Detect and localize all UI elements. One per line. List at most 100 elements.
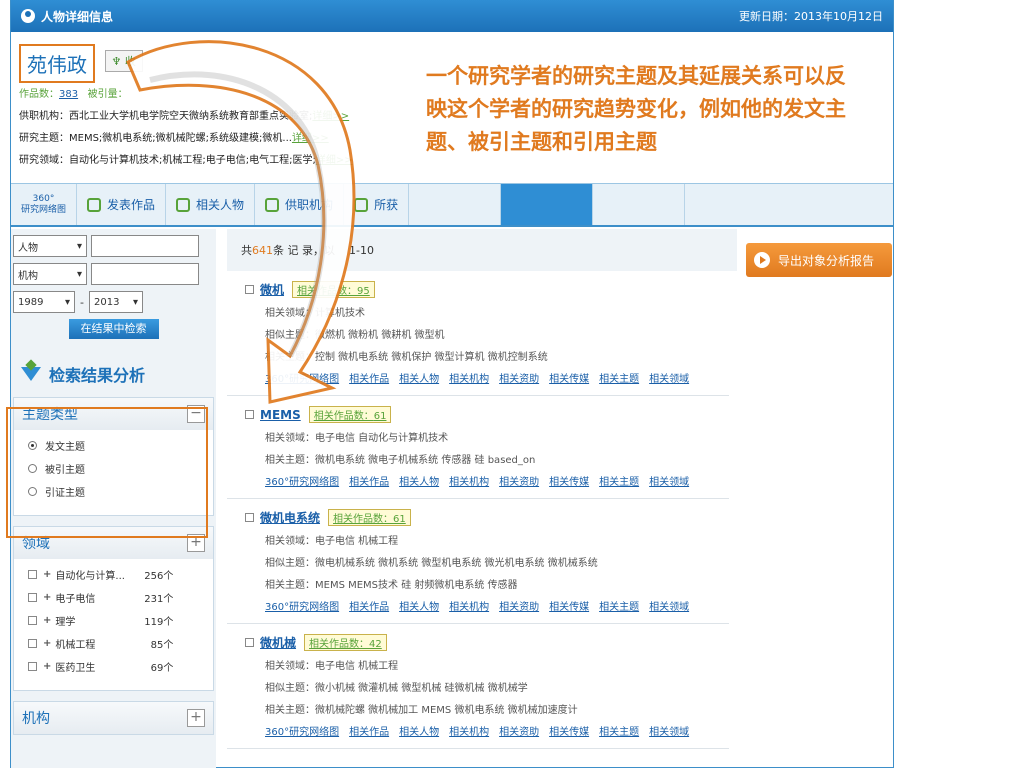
result-related-link[interactable]: 相关机构 xyxy=(449,473,489,488)
affiliation-detail-link[interactable]: 详细>> xyxy=(312,111,349,122)
result-related-link[interactable]: 相关人物 xyxy=(399,473,439,488)
plus-icon[interactable]: + xyxy=(43,638,51,649)
result-related-link[interactable]: 相关传媒 xyxy=(549,723,589,738)
result-meta-line: 相关主题：微机械陀螺 微机械加工 MEMS 微机电系统 微机械加速度计 xyxy=(265,705,578,716)
works-count-link[interactable]: 383 xyxy=(59,89,78,100)
result-related-link[interactable]: 相关主题 xyxy=(599,723,639,738)
field-item[interactable]: + 医药卫生 69个 xyxy=(28,659,199,674)
result-related-link[interactable]: 相关作品 xyxy=(349,370,389,385)
expand-icon[interactable]: + xyxy=(187,709,205,727)
org-input[interactable] xyxy=(91,263,199,285)
chart-icon xyxy=(354,197,369,212)
field-item[interactable]: + 机械工程 85个 xyxy=(28,636,199,651)
result-related-link[interactable]: 相关领域 xyxy=(649,598,689,613)
document-icon xyxy=(87,197,102,212)
checkbox[interactable] xyxy=(28,570,37,579)
field-item-count: 231个 xyxy=(144,594,174,605)
result-related-link[interactable]: 相关领域 xyxy=(649,473,689,488)
result-meta-line: 相似主题：微燃机 微粉机 微耕机 微型机 xyxy=(265,330,445,341)
result-related-link[interactable]: 相关资助 xyxy=(499,370,539,385)
result-meta-line: 相关主题：微机电系统 微电子机械系统 传感器 硅 based_on xyxy=(265,455,536,466)
checkbox[interactable] xyxy=(245,513,254,522)
checkbox[interactable] xyxy=(28,616,37,625)
result-related-link[interactable]: 相关作品 xyxy=(349,723,389,738)
export-report-button[interactable]: 导出对象分析报告 xyxy=(746,243,892,277)
checkbox[interactable] xyxy=(245,638,254,647)
result-related-link[interactable]: 相关人物 xyxy=(399,370,439,385)
tab-related-people[interactable]: 相关人物 xyxy=(166,184,256,225)
search-in-results-button[interactable]: 在结果中检索 xyxy=(68,319,159,339)
result-related-link[interactable]: 相关资助 xyxy=(499,473,539,488)
result-related-link[interactable]: 360°研究网络图 xyxy=(265,723,339,738)
tab-bar: 360° 研究网络图 发表作品 相关人物 供职机构 所获 xyxy=(11,183,893,227)
dropdown-icon: ▾ xyxy=(64,296,70,308)
field-item[interactable]: + 电子电信 231个 xyxy=(28,590,199,605)
fields-detail-link[interactable]: 详细>> xyxy=(316,155,353,166)
tab-network-graph[interactable]: 360° 研究网络图 xyxy=(11,184,78,225)
result-related-link[interactable]: 相关领域 xyxy=(649,370,689,385)
result-related-link[interactable]: 相关机构 xyxy=(449,723,489,738)
works-count-badge[interactable]: 相关作品数：95 xyxy=(292,281,375,298)
checkbox[interactable] xyxy=(245,285,254,294)
field-item-name: 电子电信 xyxy=(55,594,96,605)
result-meta-line: 相似主题：微电机械系统 微机系统 微型机电系统 微光机电系统 微机械系统 xyxy=(265,558,598,569)
checkbox[interactable] xyxy=(28,639,37,648)
person-select[interactable]: 人物 ▾ xyxy=(13,235,87,257)
checkbox[interactable] xyxy=(245,410,254,419)
tab-publications[interactable]: 发表作品 xyxy=(77,184,167,225)
plus-icon[interactable]: + xyxy=(43,661,51,672)
result-related-link[interactable]: 360°研究网络图 xyxy=(265,370,339,385)
result-related-link[interactable]: 相关人物 xyxy=(399,723,439,738)
update-date: 更新日期：2013年10月12日 xyxy=(739,10,883,23)
result-related-link[interactable]: 相关主题 xyxy=(599,370,639,385)
follow-button[interactable]: ♆ 收 xyxy=(104,50,143,72)
result-related-link[interactable]: 相关作品 xyxy=(349,473,389,488)
result-meta-line: 相似主题：微小机械 微灌机械 微型机械 硅微机械 微机械学 xyxy=(265,683,528,694)
person-input[interactable] xyxy=(91,235,199,257)
result-title-link[interactable]: 微机械 xyxy=(260,634,296,651)
tab-hidden[interactable] xyxy=(409,184,502,225)
topics-detail-link[interactable]: 详细>> xyxy=(292,133,329,144)
result-links: 360°研究网络图 相关作品 相关人物 相关机构 相关资助 相关传媒 相关主题 相关领域 xyxy=(265,473,729,488)
works-count-badge[interactable]: 相关作品数：61 xyxy=(308,406,392,423)
annotation-text: 一个研究学者的研究主题及其延展关系可以反映这个学者的研究趋势变化，例如他的发文主… xyxy=(426,60,846,159)
result-related-link[interactable]: 相关资助 xyxy=(499,598,539,613)
result-related-link[interactable]: 360°研究网络图 xyxy=(265,598,339,613)
tab-active[interactable] xyxy=(501,184,594,225)
analysis-title: 检索结果分析 xyxy=(13,361,214,387)
result-related-link[interactable]: 相关领域 xyxy=(649,723,689,738)
plus-icon[interactable]: + xyxy=(43,615,51,626)
results-summary: 共 641 条 记 录，以 1-10 xyxy=(227,229,737,271)
result-title-link[interactable]: 微机 xyxy=(260,281,284,298)
result-related-link[interactable]: 相关传媒 xyxy=(549,370,589,385)
sprout-icon: ♆ xyxy=(111,55,125,68)
result-related-link[interactable]: 相关人物 xyxy=(399,598,439,613)
result-related-link[interactable]: 相关主题 xyxy=(599,598,639,613)
works-count-badge[interactable]: 相关作品数：42 xyxy=(304,634,387,651)
result-related-link[interactable]: 360°研究网络图 xyxy=(265,473,339,488)
result-related-link[interactable]: 相关机构 xyxy=(449,598,489,613)
org-panel: 机构 + xyxy=(13,701,214,735)
works-count-badge[interactable]: 相关作品数：61 xyxy=(328,509,411,526)
result-related-link[interactable]: 相关资助 xyxy=(499,723,539,738)
org-select[interactable]: 机构 ▾ xyxy=(13,263,87,285)
topic-type-highlight xyxy=(6,407,208,538)
result-title-link[interactable]: MEMS xyxy=(260,408,301,422)
checkbox[interactable] xyxy=(28,662,37,671)
field-item[interactable]: + 理学 119个 xyxy=(28,613,199,628)
tab-awards[interactable]: 所获 xyxy=(344,184,410,225)
field-item[interactable]: + 自动化与计算... 256个 xyxy=(28,567,199,582)
result-title-link[interactable]: 微机电系统 xyxy=(260,509,320,526)
result-related-link[interactable]: 相关传媒 xyxy=(549,473,589,488)
plus-icon[interactable]: + xyxy=(43,569,51,580)
result-related-link[interactable]: 相关作品 xyxy=(349,598,389,613)
plus-icon[interactable]: + xyxy=(43,592,51,603)
tab-hidden-2[interactable] xyxy=(593,184,686,225)
result-related-link[interactable]: 相关传媒 xyxy=(549,598,589,613)
year-to-select[interactable]: 2013 ▾ xyxy=(88,291,143,313)
tab-organization[interactable]: 供职机构 xyxy=(255,184,345,225)
result-related-link[interactable]: 相关机构 xyxy=(449,370,489,385)
year-from-select[interactable]: 1989 ▾ xyxy=(13,291,75,313)
result-related-link[interactable]: 相关主题 xyxy=(599,473,639,488)
checkbox[interactable] xyxy=(28,593,37,602)
